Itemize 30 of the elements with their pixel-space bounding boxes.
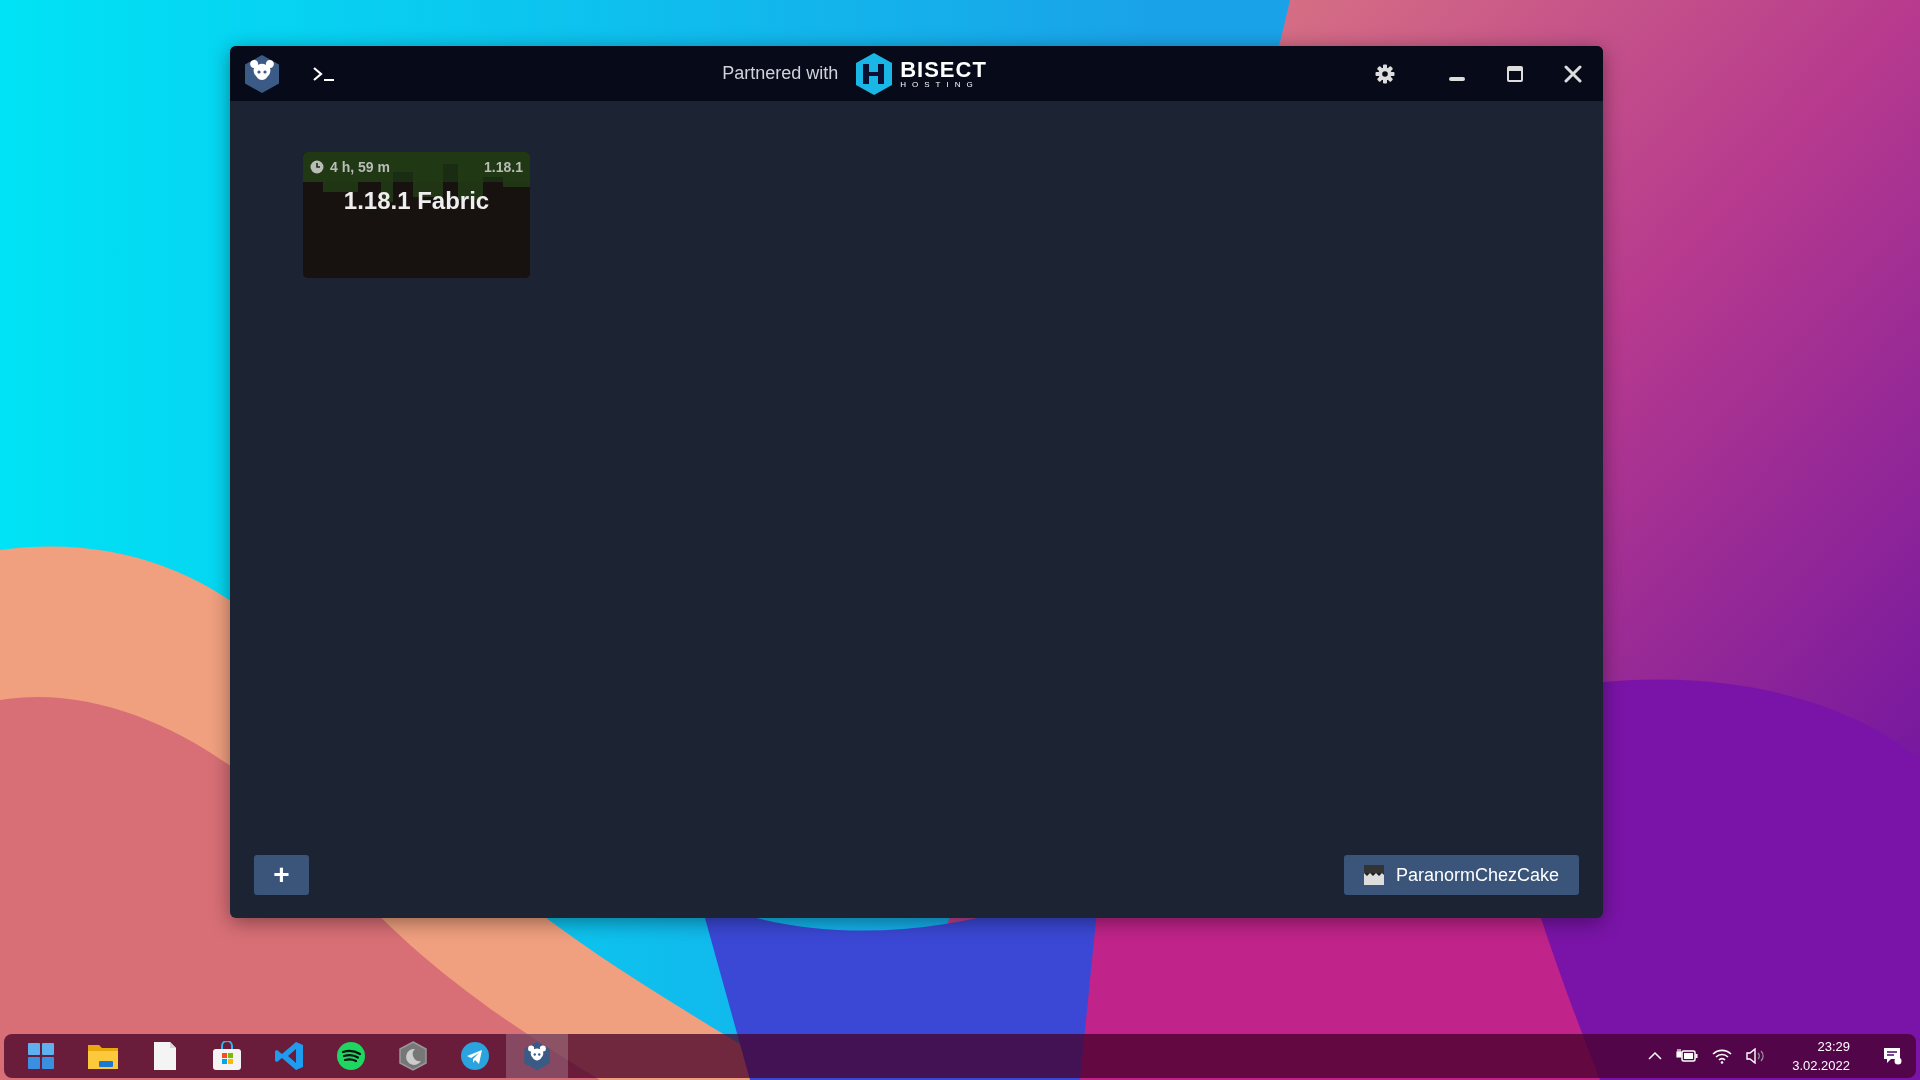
music-streaming-icon (336, 1041, 366, 1071)
clock-date[interactable]: 3.02.2022 (1792, 1058, 1850, 1073)
avatar-icon (1363, 865, 1384, 885)
taskbar-app[interactable] (506, 1034, 568, 1078)
partner-text: Partnered with (722, 63, 839, 84)
chevron-up-icon[interactable] (1648, 1051, 1663, 1061)
battery-icon[interactable] (1676, 1048, 1699, 1064)
monkey-logo-icon (522, 1041, 552, 1071)
code-editor-icon (274, 1041, 304, 1071)
playtime-text: 4 h, 59 m (330, 159, 390, 175)
folder-icon (87, 1042, 119, 1070)
clock-icon (310, 160, 324, 174)
notification-icon[interactable] (1882, 1046, 1902, 1066)
partner-subtitle: HOSTING (900, 80, 980, 89)
wifi-icon[interactable] (1712, 1048, 1733, 1064)
speaker-icon[interactable] (1746, 1048, 1767, 1064)
monkey-logo-icon (242, 53, 282, 94)
clock-time[interactable]: 23:29 (1817, 1039, 1850, 1054)
partner-name: BISECT (900, 58, 987, 81)
version-text: 1.18.1 (484, 159, 523, 175)
account-button[interactable]: ParanormChezCake (1343, 855, 1579, 895)
instance-name: 1.18.1 Fabric (342, 187, 491, 215)
shopping-bag-icon (212, 1041, 242, 1071)
paper-plane-icon (460, 1041, 490, 1071)
hosting-logo-icon (854, 51, 895, 96)
moon-icon (398, 1041, 428, 1071)
instance-card[interactable]: 4 h, 59 m 1.18.1 1.18.1 Fabric (303, 152, 530, 278)
document-icon (153, 1041, 177, 1071)
add-instance-button[interactable]: + (254, 855, 309, 895)
windows-start-icon (27, 1042, 55, 1070)
